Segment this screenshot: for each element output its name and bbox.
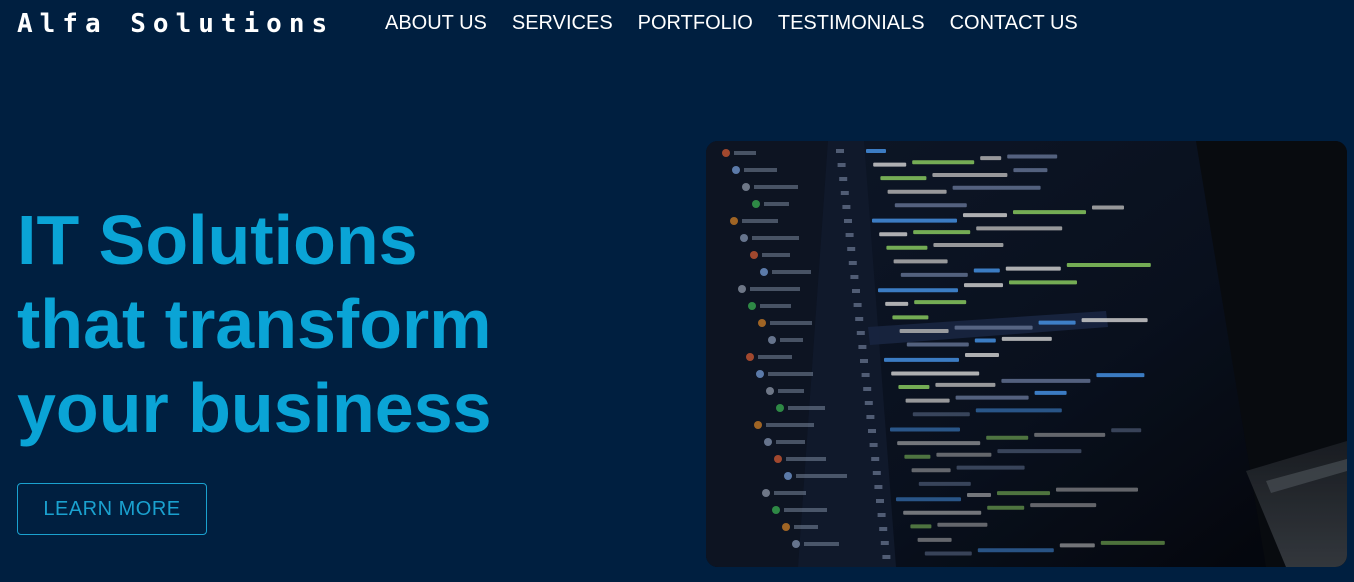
nav-link-services[interactable]: SERVICES: [512, 12, 613, 35]
nav-link-testimonials[interactable]: TESTIMONIALS: [778, 12, 925, 35]
nav-link-contact-us[interactable]: CONTACT US: [950, 12, 1078, 35]
hero-headline: IT Solutions that transform your busines…: [17, 198, 492, 450]
landing-page: Alfa Solutions ABOUT US SERVICES PORTFOL…: [0, 0, 1354, 582]
hero-headline-line-3: your business: [17, 369, 492, 447]
hero-headline-line-1: IT Solutions: [17, 201, 418, 279]
nav-link-portfolio[interactable]: PORTFOLIO: [638, 12, 753, 35]
hero-headline-line-2: that transform: [17, 285, 492, 363]
laptop-code-illustration: [706, 141, 1347, 567]
learn-more-button[interactable]: LEARN MORE: [17, 483, 207, 535]
hero-image-laptop-code: [706, 141, 1347, 567]
top-navbar: Alfa Solutions ABOUT US SERVICES PORTFOL…: [0, 0, 1354, 50]
nav-menu: ABOUT US SERVICES PORTFOLIO TESTIMONIALS…: [385, 12, 1103, 35]
brand-logo[interactable]: Alfa Solutions: [17, 9, 334, 39]
nav-link-about-us[interactable]: ABOUT US: [385, 12, 487, 35]
